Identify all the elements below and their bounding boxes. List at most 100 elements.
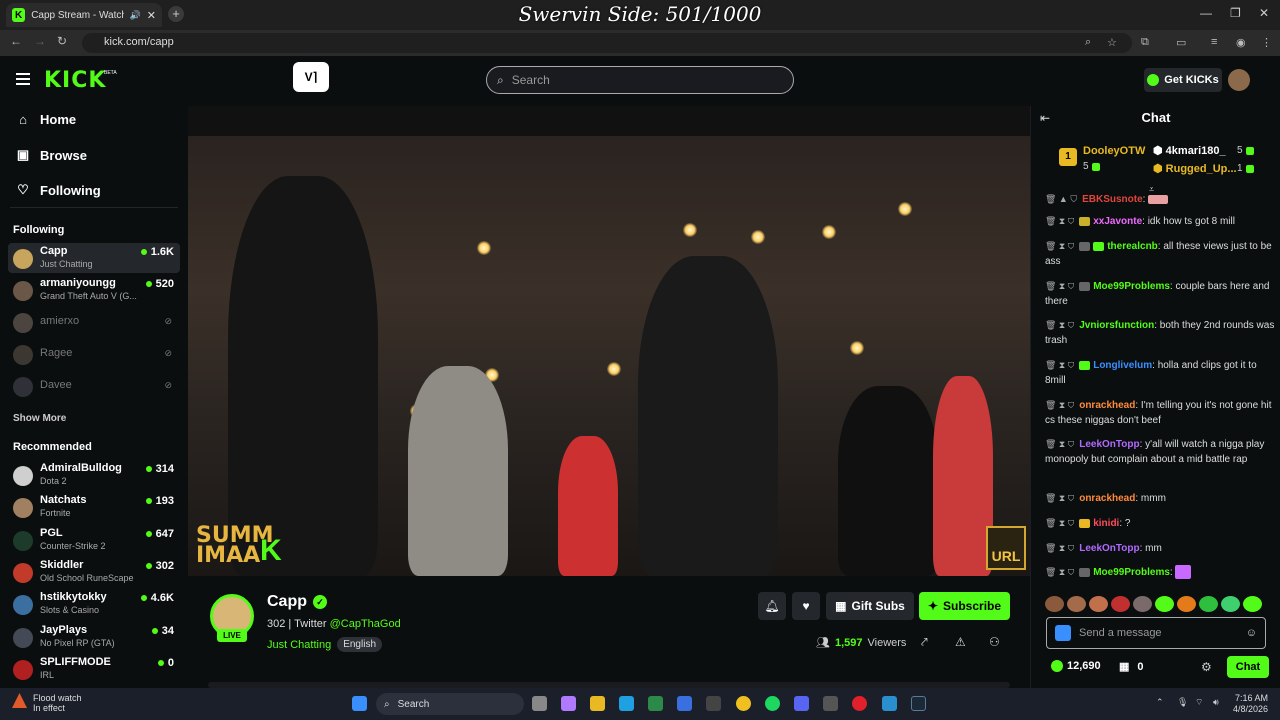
subscribe-button[interactable]: ✦ Subscribe bbox=[919, 592, 1010, 620]
channel-name[interactable]: Capp bbox=[267, 593, 307, 611]
network-icon[interactable]: ⌔ bbox=[1195, 697, 1203, 708]
spotify-icon[interactable] bbox=[765, 696, 780, 711]
following-channel-ragee[interactable]: Ragee ⊘ bbox=[8, 339, 180, 369]
task-view-icon[interactable] bbox=[532, 696, 547, 711]
url-field[interactable]: kick.com/capp bbox=[82, 33, 1132, 53]
system-clock[interactable]: 7:16 AM 4/8/2026 bbox=[1233, 693, 1268, 715]
language-tag[interactable]: English bbox=[337, 637, 383, 652]
edge-icon[interactable] bbox=[619, 696, 634, 711]
mod-icons[interactable]: 🗑︎ ⧗ ⛉ bbox=[1045, 543, 1074, 553]
mod-icons[interactable]: 🗑︎ ⧗ ⛉ bbox=[1045, 567, 1074, 577]
browser-tab[interactable]: K Capp Stream - Watch Live 🔊 ✕ bbox=[6, 3, 162, 27]
search-bar[interactable]: ⌕ Search bbox=[486, 66, 794, 94]
recommended-channel[interactable]: JayPlays No Pixel RP (GTA) 34 bbox=[8, 622, 180, 652]
copilot-icon[interactable] bbox=[561, 696, 576, 711]
mod-icons[interactable]: 🗑︎ ⧗ ⛉ bbox=[1045, 493, 1074, 503]
emoji-picker-icon[interactable]: ☺ bbox=[1246, 627, 1257, 639]
forward-icon[interactable]: → bbox=[34, 34, 46, 48]
recommended-channel[interactable]: AdmiralBulldog Dota 2 314 bbox=[8, 460, 180, 490]
video-player[interactable]: SUMM IMAA K URL bbox=[188, 106, 1030, 576]
recommended-channel[interactable]: hstikkytokky Slots & Casino 4.6K bbox=[8, 589, 180, 619]
share-icon[interactable]: ⤤ bbox=[921, 635, 928, 650]
close-window-icon[interactable]: ✕ bbox=[1259, 6, 1269, 20]
outlook-icon[interactable] bbox=[677, 696, 692, 711]
steam-icon[interactable] bbox=[911, 696, 926, 711]
following-channel-armaniyoungg[interactable]: armaniyoungg Grand Theft Auto V (G... 52… bbox=[8, 275, 180, 305]
follow-heart-button[interactable]: ♥ bbox=[792, 592, 820, 620]
kick-emote-icon[interactable] bbox=[1055, 625, 1071, 641]
bookmark-star-icon[interactable]: ☆ bbox=[1107, 36, 1117, 49]
emote[interactable] bbox=[1067, 596, 1086, 612]
emote[interactable] bbox=[1045, 596, 1064, 612]
kick-logo[interactable]: KICK bbox=[44, 68, 106, 93]
sub-count[interactable]: 0 bbox=[1137, 661, 1143, 673]
search-input[interactable]: Search bbox=[512, 73, 550, 87]
vod-button[interactable]: V⌉ bbox=[293, 62, 329, 92]
new-tab-button[interactable]: + bbox=[168, 6, 184, 22]
chat-input[interactable]: Send a message ☺ bbox=[1046, 617, 1266, 649]
mod-icons[interactable]: 🗑︎ ⧗ ⛉ bbox=[1045, 518, 1074, 528]
notification-bell-button[interactable]: 🔔︎ bbox=[758, 592, 786, 620]
xbox-icon[interactable] bbox=[823, 696, 838, 711]
mod-icons[interactable]: 🗑︎ ⧗ ⛉ bbox=[1045, 241, 1074, 251]
sidebar-nav-following[interactable]: ♡ Following bbox=[16, 182, 100, 198]
category-link[interactable]: Just Chatting bbox=[267, 639, 331, 651]
mod-icons[interactable]: 🗑︎ ⧗ ⛉ bbox=[1045, 400, 1074, 410]
emote[interactable] bbox=[1177, 596, 1196, 612]
opera-icon[interactable] bbox=[852, 696, 867, 711]
recommended-channel[interactable]: SPLIFFMODE IRL 0 bbox=[8, 654, 180, 684]
following-channel-davee[interactable]: Davee ⊘ bbox=[8, 371, 180, 401]
restore-icon[interactable]: ❐ bbox=[1230, 6, 1241, 20]
emote[interactable] bbox=[1155, 596, 1174, 612]
file-explorer-icon[interactable] bbox=[590, 696, 605, 711]
cast-icon[interactable]: ▭ bbox=[1176, 36, 1186, 49]
get-kicks-button[interactable]: Get KICKs bbox=[1144, 68, 1222, 92]
zoom-icon[interactable]: ⌕ bbox=[1085, 36, 1091, 49]
discord-icon[interactable] bbox=[794, 696, 809, 711]
notepad-icon[interactable] bbox=[882, 696, 897, 711]
following-channel-amierxo[interactable]: amierxo ⊘ bbox=[8, 307, 180, 337]
user-avatar[interactable] bbox=[1228, 69, 1250, 91]
mod-icons[interactable]: 🗑︎ ⧗ ⛉ bbox=[1045, 281, 1074, 291]
reading-list-icon[interactable]: ≡ bbox=[1211, 36, 1217, 48]
tab-close-icon[interactable]: ✕ bbox=[147, 9, 156, 22]
chrome-icon[interactable] bbox=[736, 696, 751, 711]
browser-menu-icon[interactable]: ⋮ bbox=[1261, 36, 1272, 49]
emote[interactable] bbox=[1111, 596, 1130, 612]
back-icon[interactable]: ← bbox=[10, 34, 22, 48]
profile-icon[interactable]: ◉ bbox=[1236, 36, 1246, 49]
emote[interactable] bbox=[1243, 596, 1262, 612]
twitter-handle[interactable]: @CapThaGod bbox=[330, 618, 401, 630]
windows-start-icon[interactable] bbox=[352, 696, 367, 711]
speaker-icon[interactable]: 🔊 bbox=[130, 10, 141, 21]
emote[interactable] bbox=[1221, 596, 1240, 612]
sidebar-nav-browse[interactable]: ▣ Browse bbox=[16, 147, 87, 163]
store-icon[interactable] bbox=[648, 696, 663, 711]
tray-chevron-icon[interactable]: ⌃ bbox=[1156, 697, 1164, 708]
mod-icons[interactable]: 🗑︎ ⧗ ⛉ bbox=[1045, 216, 1074, 226]
report-icon[interactable]: ⚠ bbox=[955, 635, 966, 649]
emote[interactable] bbox=[1199, 596, 1218, 612]
microphone-icon[interactable]: 🎙︎ bbox=[1177, 697, 1188, 708]
gift-subs-button[interactable]: ▦ Gift Subs bbox=[826, 592, 914, 620]
send-message-field[interactable]: Send a message bbox=[1079, 627, 1238, 639]
mod-icons[interactable]: 🗑︎ ⧗ ⛉ bbox=[1045, 320, 1074, 330]
reload-icon[interactable]: ↻ bbox=[57, 34, 67, 48]
recommended-channel[interactable]: Natchats Fortnite 193 bbox=[8, 492, 180, 522]
menu-icon[interactable] bbox=[16, 73, 30, 85]
kicks-balance[interactable]: 12,690 bbox=[1067, 660, 1101, 672]
taskbar-search[interactable]: ⌕ Search bbox=[376, 693, 524, 715]
chat-send-button[interactable]: Chat bbox=[1227, 656, 1269, 678]
recommended-channel[interactable]: PGL Counter-Strike 2 647 bbox=[8, 525, 180, 555]
recommended-channel[interactable]: Skiddler Old School RuneScape 302 bbox=[8, 557, 180, 587]
sidebar-nav-home[interactable]: ⌂ Home bbox=[16, 112, 76, 127]
host-icon[interactable]: ⚇ bbox=[989, 635, 1000, 649]
volume-icon[interactable]: 🔊︎ bbox=[1213, 697, 1219, 708]
weather-widget[interactable]: Flood watch In effect bbox=[12, 693, 82, 713]
emote[interactable] bbox=[1133, 596, 1152, 612]
mod-icons[interactable]: 🗑︎ ⧗ ⛉ bbox=[1045, 360, 1074, 370]
emote[interactable] bbox=[1089, 596, 1108, 612]
show-more-button[interactable]: Show More bbox=[13, 413, 66, 424]
extensions-icon[interactable]: ⧉ bbox=[1141, 36, 1149, 49]
settings-gear-icon[interactable]: ⚙ bbox=[1201, 660, 1212, 674]
